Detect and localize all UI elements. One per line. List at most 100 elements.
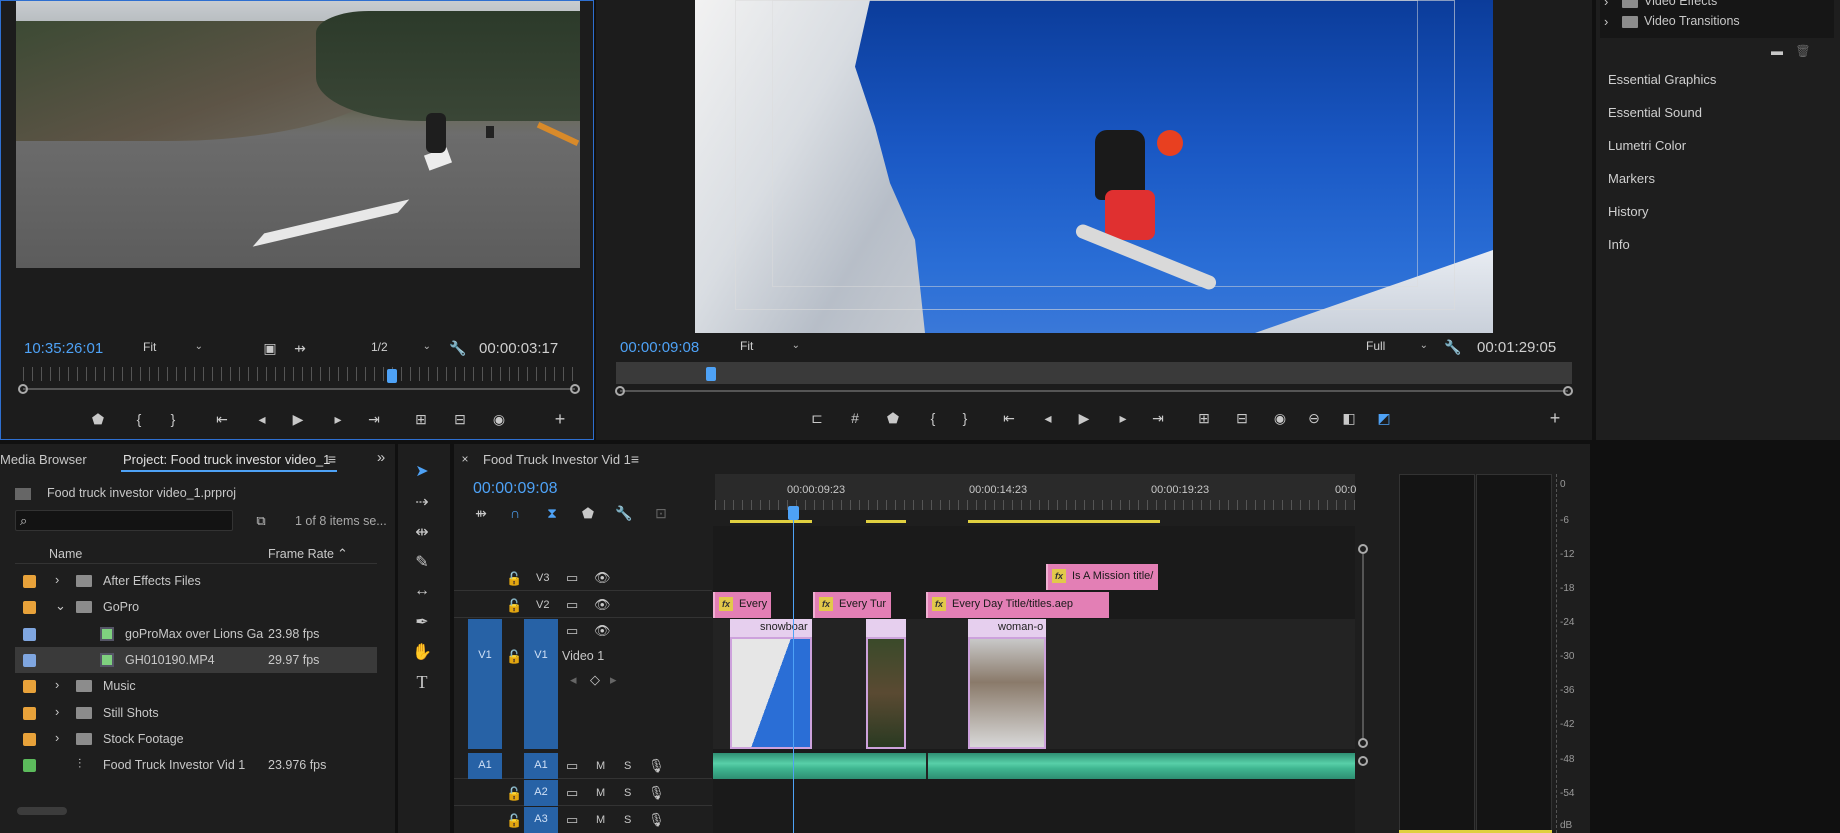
solo-button[interactable]: S — [624, 814, 631, 826]
source-fit-dropdown[interactable]: Fit ⌄ — [137, 338, 207, 358]
wrench-icon[interactable]: 🔧 — [1442, 336, 1464, 358]
zoom-handle-left[interactable] — [615, 386, 625, 396]
add-marker-icon[interactable]: ⬟ — [577, 502, 599, 524]
chevron-right-icon[interactable]: › — [55, 677, 59, 692]
extract-icon[interactable]: ⊟ — [1231, 407, 1253, 429]
insert-nest-icon[interactable]: ⇻ — [470, 502, 492, 524]
program-quality-dropdown[interactable]: Full ⌄ — [1360, 337, 1432, 357]
track-select-tool-icon[interactable]: ⇢ — [408, 492, 436, 516]
trash-icon[interactable]: 🗑 — [1792, 40, 1814, 62]
source-resolution-dropdown[interactable]: 1/2 ⌄ — [365, 338, 435, 358]
menu-history[interactable]: History — [1608, 204, 1648, 219]
list-item[interactable]: › Stock Footage — [15, 726, 377, 752]
list-item[interactable]: goProMax over Lions Ga 23.98 fps — [15, 621, 377, 647]
label-color-swatch[interactable] — [23, 759, 36, 773]
insert-settings-icon[interactable]: ⇸ — [289, 337, 311, 359]
menu-markers[interactable]: Markers — [1608, 171, 1655, 186]
add-button-icon[interactable]: + — [1544, 407, 1566, 429]
column-frame-rate[interactable]: Frame Rate — [268, 547, 334, 561]
sync-icon[interactable]: ▭ — [566, 812, 578, 828]
insert-icon[interactable]: ⊞ — [410, 408, 432, 430]
camera-icon[interactable]: ◉ — [488, 408, 510, 430]
timeline-playhead-handle[interactable] — [788, 506, 799, 520]
linked-selection-icon[interactable]: ⧗ — [541, 502, 563, 524]
label-color-swatch[interactable] — [23, 706, 36, 720]
audio-clip[interactable] — [928, 753, 1355, 779]
keyframe-icon[interactable]: ◇ — [590, 672, 600, 688]
program-playhead[interactable] — [706, 367, 716, 381]
zoom-handle-right[interactable] — [1563, 386, 1573, 396]
list-item[interactable]: › Music — [15, 673, 377, 699]
solo-button[interactable]: S — [624, 787, 631, 799]
close-tab-icon[interactable]: × — [454, 448, 476, 470]
list-item[interactable]: ⌄ GoPro — [15, 594, 377, 620]
lift-icon[interactable]: ⊞ — [1193, 407, 1215, 429]
next-keyframe-icon[interactable]: ▸ — [610, 672, 617, 688]
track-target-a2[interactable]: A2 — [524, 780, 558, 806]
new-bin-icon[interactable]: ▬ — [1766, 40, 1788, 62]
go-to-out-icon[interactable]: ⇥ — [1147, 407, 1169, 429]
video-clip[interactable]: woman-o — [968, 619, 1046, 749]
tab-project[interactable]: Project: Food truck investor video_1 — [123, 452, 330, 467]
source-patch-a1[interactable]: A1 — [468, 753, 502, 779]
label-color-swatch[interactable] — [23, 653, 36, 667]
track-target-v1[interactable]: V1 — [524, 619, 558, 749]
safe-margins-icon[interactable]: ⊏ — [806, 407, 828, 429]
expand-panels-icon[interactable]: » — [370, 447, 392, 469]
captions-icon[interactable]: ⊡ — [650, 502, 672, 524]
sync-icon[interactable]: ▭ — [566, 597, 578, 613]
sync-icon[interactable]: ▭ — [566, 785, 578, 801]
mute-button[interactable]: M — [596, 760, 605, 772]
slip-tool-icon[interactable]: ↔ — [408, 582, 436, 606]
zoom-handle-right[interactable] — [570, 384, 580, 394]
eye-icon[interactable]: 👁 — [594, 623, 611, 639]
label-color-swatch[interactable] — [23, 732, 36, 746]
vertical-zoom-handle[interactable] — [1358, 738, 1368, 748]
eye-icon[interactable]: 👁 — [594, 570, 611, 586]
mark-out-icon[interactable]: } — [162, 408, 184, 430]
zoom-handle-left[interactable] — [18, 384, 28, 394]
track-target-a3[interactable]: A3 — [524, 807, 558, 833]
sync-icon[interactable]: ▭ — [566, 570, 578, 586]
mute-button[interactable]: M — [596, 814, 605, 826]
menu-essential-graphics[interactable]: Essential Graphics — [1608, 72, 1716, 87]
hand-tool-icon[interactable]: ✋ — [408, 642, 436, 666]
title-clip[interactable]: fx Every Tur — [813, 592, 891, 618]
chevron-right-icon[interactable]: › — [55, 730, 59, 745]
chevron-down-icon[interactable]: ⌄ — [55, 598, 66, 614]
add-button-icon[interactable]: + — [549, 408, 571, 430]
microphone-icon[interactable]: 🎙 — [648, 812, 665, 828]
find-icon[interactable]: ⧉ — [250, 510, 272, 532]
lock-icon[interactable]: 🔓 — [506, 649, 522, 665]
title-clip[interactable]: fx Is A Mission title/ — [1046, 564, 1158, 590]
label-color-swatch[interactable] — [23, 601, 36, 615]
panel-menu-icon[interactable]: ≡ — [321, 448, 343, 470]
play-icon[interactable]: ▶ — [287, 408, 309, 430]
sync-icon[interactable]: ▭ — [566, 623, 578, 639]
vertical-zoom-bar[interactable] — [1362, 554, 1364, 739]
microphone-icon[interactable]: 🎙 — [648, 758, 665, 774]
comparison-icon[interactable]: ◧ — [1338, 407, 1360, 429]
program-timecode[interactable]: 00:00:09:08 — [620, 339, 699, 356]
tab-media-browser[interactable]: Media Browser — [0, 452, 87, 467]
vertical-zoom-handle[interactable] — [1358, 544, 1368, 554]
step-forward-icon[interactable]: ▸ — [1112, 407, 1134, 429]
lock-icon[interactable]: 🔓 — [506, 571, 522, 587]
snap-icon[interactable]: ∩ — [504, 502, 526, 524]
menu-essential-sound[interactable]: Essential Sound — [1608, 105, 1702, 120]
wrench-icon[interactable]: 🔧 — [613, 502, 635, 524]
program-time-ruler[interactable] — [616, 362, 1572, 384]
sort-up-icon[interactable]: ⌃ — [337, 546, 348, 562]
step-forward-icon[interactable]: ▸ — [327, 408, 349, 430]
label-color-swatch[interactable] — [23, 627, 36, 641]
source-zoom-bar[interactable] — [23, 388, 575, 390]
add-marker-icon[interactable]: ⬟ — [87, 408, 109, 430]
effects-item-video-effects[interactable]: › Video Effects — [1604, 0, 1834, 10]
mark-out-icon[interactable]: } — [954, 407, 976, 429]
selection-tool-icon[interactable]: ➤ — [408, 461, 436, 485]
program-zoom-bar[interactable] — [620, 390, 1568, 392]
go-to-out-icon[interactable]: ⇥ — [363, 408, 385, 430]
vr-icon[interactable]: ⊖ — [1303, 407, 1325, 429]
source-playhead[interactable] — [387, 369, 397, 383]
vertical-zoom-handle[interactable] — [1358, 756, 1368, 766]
